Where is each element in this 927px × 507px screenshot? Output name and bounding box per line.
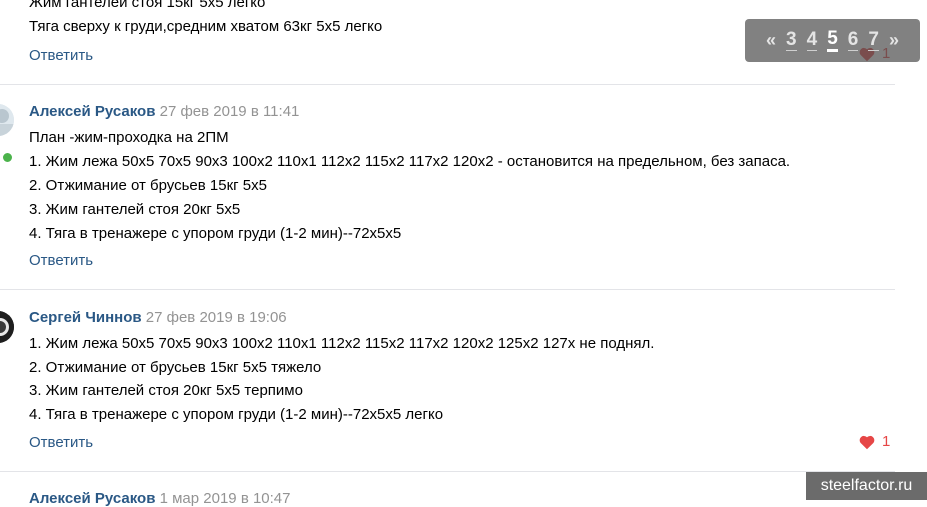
reply-link[interactable]: Ответить [29,434,93,451]
comment-text-line: 4. Тяга в тренажере с упором груди (1-2 … [29,225,402,242]
divider [0,84,895,85]
comment-text-line: Жим гантелей стоя 15кг 5х5 легко [29,0,266,11]
reply-link[interactable]: Ответить [29,252,93,269]
page-navigator: « 3 4 5 6 7 » [745,19,920,62]
comment-date[interactable]: 1 мар 2019 в 10:47 [160,490,291,507]
avatar-image [0,104,14,136]
page-link[interactable]: 4 [806,30,818,51]
prev-page-button[interactable]: « [766,30,776,51]
comment-header: Сергей Чиннов 27 фев 2019 в 19:06 [29,309,287,326]
page-link[interactable]: 3 [786,30,797,51]
author-name[interactable]: Алексей Русаков [29,103,155,120]
comment-header: Алексей Русаков 1 мар 2019 в 10:47 [29,490,291,507]
comment-date[interactable]: 27 фев 2019 в 19:06 [146,309,287,326]
page-link[interactable]: 7 [868,30,879,51]
comment-text-line: 3. Жим гантелей стоя 20кг 5х5 [29,201,241,218]
author-name[interactable]: Алексей Русаков [29,490,155,507]
current-page: 5 [827,29,838,52]
comment-text-line: 1. Жим лежа 50х5 70х5 90х3 100х2 110х1 1… [29,335,655,352]
like-count: 1 [882,433,891,450]
avatar[interactable] [0,311,14,343]
divider [0,471,895,472]
heart-icon [859,435,875,449]
comment-text-line: 2. Отжимание от брусьев 15кг 5х5 [29,177,267,194]
comment-text-line: 1. Жим лежа 50х5 70х5 90х3 100х2 110х1 1… [29,153,791,170]
comment-text-line: 2. Отжимание от брусьев 15кг 5х5 тяжело [29,359,322,376]
divider [0,289,895,290]
avatar[interactable] [0,104,14,136]
author-name[interactable]: Сергей Чиннов [29,309,142,326]
page-link[interactable]: 6 [847,30,859,51]
comment-text-line: 4. Тяга в тренажере с упором груди (1-2 … [29,406,444,423]
avatar-image [0,311,14,343]
comment-text-line: Тяга сверху к груди,средним хватом 63кг … [29,18,383,35]
next-page-button[interactable]: » [889,30,899,51]
like-button[interactable]: 1 [858,433,890,450]
comment-header: Алексей Русаков 27 фев 2019 в 11:41 [29,103,299,120]
comment-text-line: 3. Жим гантелей стоя 20кг 5х5 терпимо [29,382,303,399]
site-watermark: steelfactor.ru [806,472,927,500]
comment-date[interactable]: 27 фев 2019 в 11:41 [160,103,300,120]
online-status-dot [1,151,14,164]
reply-link[interactable]: Ответить [29,47,93,64]
comment-text-line: План -жим-проходка на 2ПМ [29,129,229,146]
